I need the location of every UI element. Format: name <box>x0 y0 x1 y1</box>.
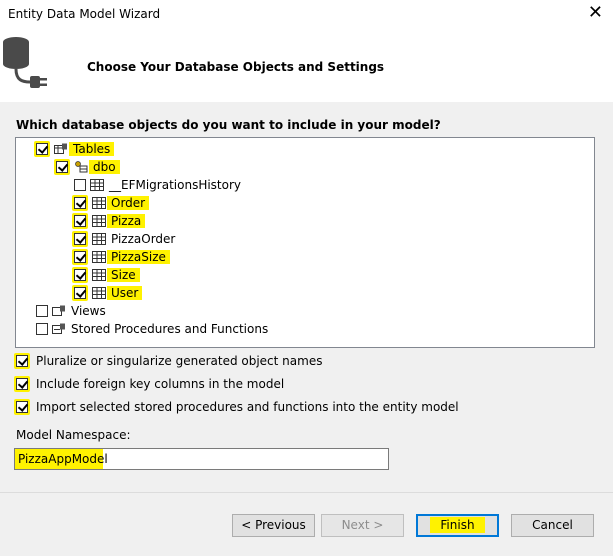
table-icon <box>92 215 106 227</box>
foreign-keys-checkbox[interactable] <box>16 378 28 390</box>
schema-icon <box>75 161 88 173</box>
dbo-label: dbo <box>89 160 120 174</box>
tables-folder-icon <box>54 143 67 154</box>
pizzasize-checkbox[interactable] <box>74 251 86 263</box>
pizza-label: Pizza <box>107 214 146 228</box>
size-label: Size <box>107 268 140 282</box>
tree-node-stored-procedures[interactable]: Stored Procedures and Functions <box>36 320 268 338</box>
cancel-button[interactable]: Cancel <box>511 514 594 537</box>
stored-procedures-checkbox[interactable] <box>36 323 48 335</box>
size-checkbox[interactable] <box>74 269 86 281</box>
finish-button[interactable]: Finish <box>416 514 499 537</box>
model-namespace-input[interactable] <box>14 448 389 470</box>
dbo-checkbox[interactable] <box>56 161 68 173</box>
tree-item-efmigrationshistory[interactable]: __EFMigrationsHistory <box>74 176 241 194</box>
finish-label: Finish <box>430 517 485 533</box>
footer-divider <box>0 492 613 493</box>
objects-question: Which database objects do you want to in… <box>16 118 441 132</box>
table-icon <box>90 179 104 191</box>
previous-button[interactable]: < Previous <box>232 514 315 537</box>
database-objects-tree[interactable]: Tables dbo __EFMigrationsHistory Order P… <box>15 137 595 348</box>
views-label: Views <box>71 304 106 318</box>
tables-checkbox[interactable] <box>36 143 48 155</box>
wizard-header: Choose Your Database Objects and Setting… <box>0 28 613 102</box>
user-checkbox[interactable] <box>74 287 86 299</box>
import-sp-label: Import selected stored procedures and fu… <box>36 400 459 414</box>
database-plug-icon <box>3 37 47 88</box>
model-namespace-label: Model Namespace: <box>16 428 131 442</box>
tree-item-pizzasize[interactable]: PizzaSize <box>72 248 170 266</box>
tree-item-pizzaorder[interactable]: PizzaOrder <box>72 230 175 248</box>
pluralize-label: Pluralize or singularize generated objec… <box>36 354 323 368</box>
stored-procedures-folder-icon <box>52 323 65 334</box>
table-icon <box>92 251 106 263</box>
page-title: Choose Your Database Objects and Setting… <box>87 60 385 74</box>
order-label: Order <box>107 196 150 210</box>
views-folder-icon <box>52 305 65 316</box>
window-title: Entity Data Model Wizard <box>8 7 161 21</box>
table-icon <box>92 269 106 281</box>
next-button[interactable]: Next > <box>321 514 404 537</box>
pluralize-option[interactable]: Pluralize or singularize generated objec… <box>14 352 322 370</box>
pluralize-checkbox[interactable] <box>16 355 28 367</box>
title-bar: Entity Data Model Wizard ✕ <box>0 0 613 28</box>
stored-procedures-label: Stored Procedures and Functions <box>71 322 269 336</box>
tree-node-dbo[interactable]: dbo <box>54 158 120 176</box>
table-icon <box>92 233 106 245</box>
pizzasize-label: PizzaSize <box>107 250 170 264</box>
pizzaorder-checkbox[interactable] <box>74 233 86 245</box>
tree-item-pizza[interactable]: Pizza <box>72 212 146 230</box>
import-sp-option[interactable]: Import selected stored procedures and fu… <box>14 398 459 416</box>
tree-item-size[interactable]: Size <box>72 266 140 284</box>
efmigrationshistory-label: __EFMigrationsHistory <box>109 178 242 192</box>
tables-label: Tables <box>69 142 115 156</box>
import-sp-checkbox[interactable] <box>16 401 28 413</box>
efmigrationshistory-checkbox[interactable] <box>74 179 86 191</box>
user-label: User <box>107 286 143 300</box>
table-icon <box>92 197 106 209</box>
foreign-keys-label: Include foreign key columns in the model <box>36 377 285 391</box>
views-checkbox[interactable] <box>36 305 48 317</box>
tree-item-user[interactable]: User <box>72 284 143 302</box>
pizzaorder-label: PizzaOrder <box>111 232 176 246</box>
foreign-keys-option[interactable]: Include foreign key columns in the model <box>14 375 284 393</box>
table-icon <box>92 287 106 299</box>
tree-item-order[interactable]: Order <box>72 194 150 212</box>
tree-node-views[interactable]: Views <box>36 302 106 320</box>
close-icon[interactable]: ✕ <box>588 3 603 23</box>
pizza-checkbox[interactable] <box>74 215 86 227</box>
tree-node-tables[interactable]: Tables <box>34 140 115 158</box>
order-checkbox[interactable] <box>74 197 86 209</box>
